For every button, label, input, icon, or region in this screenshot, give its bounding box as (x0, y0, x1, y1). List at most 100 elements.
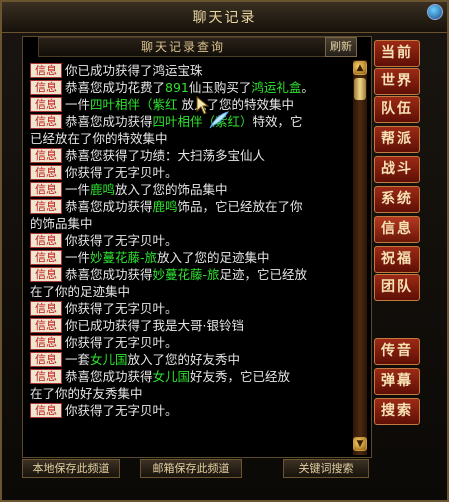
item-name[interactable]: 四叶相伴（紫红） (153, 114, 253, 129)
info-tag[interactable]: 信息 (30, 199, 62, 214)
info-tag[interactable]: 信息 (30, 80, 62, 95)
info-tag[interactable]: 信息 (30, 318, 62, 333)
info-tag[interactable]: 信息 (30, 165, 62, 180)
local-save-button[interactable]: 本地保存此频道 (22, 459, 120, 478)
info-tag[interactable]: 信息 (30, 352, 62, 367)
info-tag[interactable]: 信息 (30, 267, 62, 282)
keyword-search-button[interactable]: 关键词搜索 (283, 459, 369, 478)
message-text: 一件 (65, 97, 91, 112)
tab-11[interactable]: 搜索 (374, 398, 420, 425)
tab-7[interactable]: 祝福 (374, 246, 420, 273)
item-name[interactable]: 妙蔓花藤-旅 (153, 267, 220, 282)
message-line: 信息 一套女儿国放入了您的好友秀中 (30, 351, 355, 368)
message-line: 信息 你获得了无字贝叶。 (30, 334, 355, 351)
message-text: 你获得了无字贝叶。 (65, 403, 178, 418)
message-text: 在了你的好友秀集中 (30, 386, 143, 401)
tab-1[interactable]: 世界 (374, 68, 420, 95)
tab-5[interactable]: 系统 (374, 186, 420, 213)
info-tag[interactable]: 信息 (30, 114, 62, 129)
message-line: 信息 一件妙蔓花藤-旅放入了您的足迹集中 (30, 249, 355, 266)
info-tag[interactable]: 信息 (30, 250, 62, 265)
info-tag[interactable]: 信息 (30, 233, 62, 248)
search-title: 聊天记录查询 (38, 37, 328, 57)
title-bar: 聊天记录 (2, 2, 447, 33)
message-text: 恭喜您获得了功绩：大扫荡多宝仙人 (65, 148, 266, 163)
window-title: 聊天记录 (192, 10, 257, 26)
message-line: 信息 恭喜您成功获得四叶相伴（紫红）特效，它 (30, 113, 355, 130)
message-line: 信息 恭喜您成功获得女儿国好友秀，它已经放 (30, 368, 355, 385)
info-tag[interactable]: 信息 (30, 148, 62, 163)
tab-3[interactable]: 帮派 (374, 126, 420, 153)
tab-10[interactable]: 弹幕 (374, 368, 420, 395)
item-name[interactable]: 鹿鸣 (153, 199, 178, 214)
item-name[interactable]: 女儿国 (153, 369, 191, 384)
tab-0[interactable]: 当前 (374, 40, 420, 67)
message-text: 放入了您的饰品集中 (115, 182, 228, 197)
scroll-up-icon[interactable]: ▲ (353, 61, 367, 75)
feather-icon (209, 111, 230, 129)
message-line: 信息 一件鹿鸣放入了您的饰品集中 (30, 181, 355, 198)
message-line: 信息 你获得了无字贝叶。 (30, 164, 355, 181)
scrollbar-track[interactable] (353, 60, 367, 455)
message-line: 信息 恭喜您成功获得鹿鸣饰品，它已经放在了你 (30, 198, 355, 215)
message-text: 你已成功获得了鸿运宝珠 (65, 63, 203, 78)
info-tag[interactable]: 信息 (30, 335, 62, 350)
message-text: 你获得了无字贝叶。 (65, 233, 178, 248)
item-name[interactable]: 妙蔓花藤-旅 (90, 250, 157, 265)
tab-2[interactable]: 队伍 (374, 96, 420, 123)
message-text: 你获得了无字贝叶。 (65, 335, 178, 350)
message-text: 在了你的足迹集中 (30, 284, 131, 299)
item-name[interactable]: 女儿国 (90, 352, 128, 367)
mail-save-button[interactable]: 邮箱保存此频道 (140, 459, 242, 478)
message-text: 的饰品集中 (30, 216, 93, 231)
refresh-button[interactable]: 刷新 (325, 37, 357, 57)
message-text: 足迹，它已经放 (219, 267, 308, 282)
message-text: 仙玉购买了 (188, 80, 252, 95)
message-line: 信息 你获得了无字贝叶。 (30, 232, 355, 249)
tab-9[interactable]: 传音 (374, 338, 420, 365)
message-line: 信息 你获得了无字贝叶。 (30, 300, 355, 317)
item-name[interactable]: 891 (165, 80, 189, 95)
message-text: 你获得了无字贝叶。 (65, 301, 178, 316)
message-continuation: 在了你的足迹集中 (30, 283, 355, 300)
tab-6[interactable]: 信息 (374, 216, 420, 243)
info-tag[interactable]: 信息 (30, 301, 62, 316)
message-continuation: 已经放在了你的特效集中 (30, 130, 355, 147)
message-text: 一套 (65, 352, 91, 367)
message-text: 饰品，它已经放在了你 (177, 199, 303, 214)
message-text: 放入了您的特效集中 (177, 97, 295, 112)
info-tag[interactable]: 信息 (30, 182, 62, 197)
message-line: 信息 恭喜您成功获得妙蔓花藤-旅足迹，它已经放 (30, 266, 355, 283)
info-tag[interactable]: 信息 (30, 97, 62, 112)
message-line: 信息 恭喜您获得了功绩：大扫荡多宝仙人 (30, 147, 355, 164)
message-continuation: 的饰品集中 (30, 215, 355, 232)
message-text: 你已成功获得了我是大哥·银铃铛 (65, 318, 244, 333)
message-line: 信息 你已成功获得了我是大哥·银铃铛 (30, 317, 355, 334)
message-line: 信息 恭喜您成功花费了891仙玉购买了鸿运礼盒。 (30, 79, 355, 96)
info-tag[interactable]: 信息 (30, 403, 62, 418)
scrollbar-thumb[interactable] (354, 78, 366, 100)
message-text: 放入了您的好友秀中 (127, 352, 241, 367)
message-continuation: 在了你的好友秀集中 (30, 385, 355, 402)
tab-8[interactable]: 团队 (374, 274, 420, 301)
message-list: 信息 你已成功获得了鸿运宝珠 信息 恭喜您成功花费了891仙玉购买了鸿运礼盒。 信息 一件… (30, 62, 355, 434)
scroll-down-icon[interactable]: ▼ (353, 437, 367, 451)
message-text: 恭喜您成功获得 (65, 369, 153, 384)
message-text: 放入了您的足迹集中 (157, 250, 270, 265)
info-tag[interactable]: 信息 (30, 63, 62, 78)
item-name[interactable]: 鸿运礼盒 (251, 80, 301, 95)
message-text: 恭喜您成功获得 (65, 267, 153, 282)
info-tag[interactable]: 信息 (30, 369, 62, 384)
message-line: 信息 一件四叶相伴（紫红 放入了您的特效集中 (30, 96, 355, 113)
message-line: 信息 你获得了无字贝叶。 (30, 402, 355, 419)
item-name[interactable]: 四叶相伴（紫红 (90, 97, 178, 112)
message-text: 特效，它 (252, 114, 303, 129)
tab-4[interactable]: 战斗 (374, 156, 420, 183)
message-text: 恭喜您成功获得 (65, 199, 153, 214)
message-text: 好友秀，它已经放 (190, 369, 291, 384)
message-text: 已经放在了你的特效集中 (30, 131, 168, 146)
message-text: 。 (301, 80, 314, 95)
item-name[interactable]: 鹿鸣 (90, 182, 115, 197)
close-icon[interactable] (427, 4, 443, 20)
message-text: 一件 (65, 250, 91, 265)
